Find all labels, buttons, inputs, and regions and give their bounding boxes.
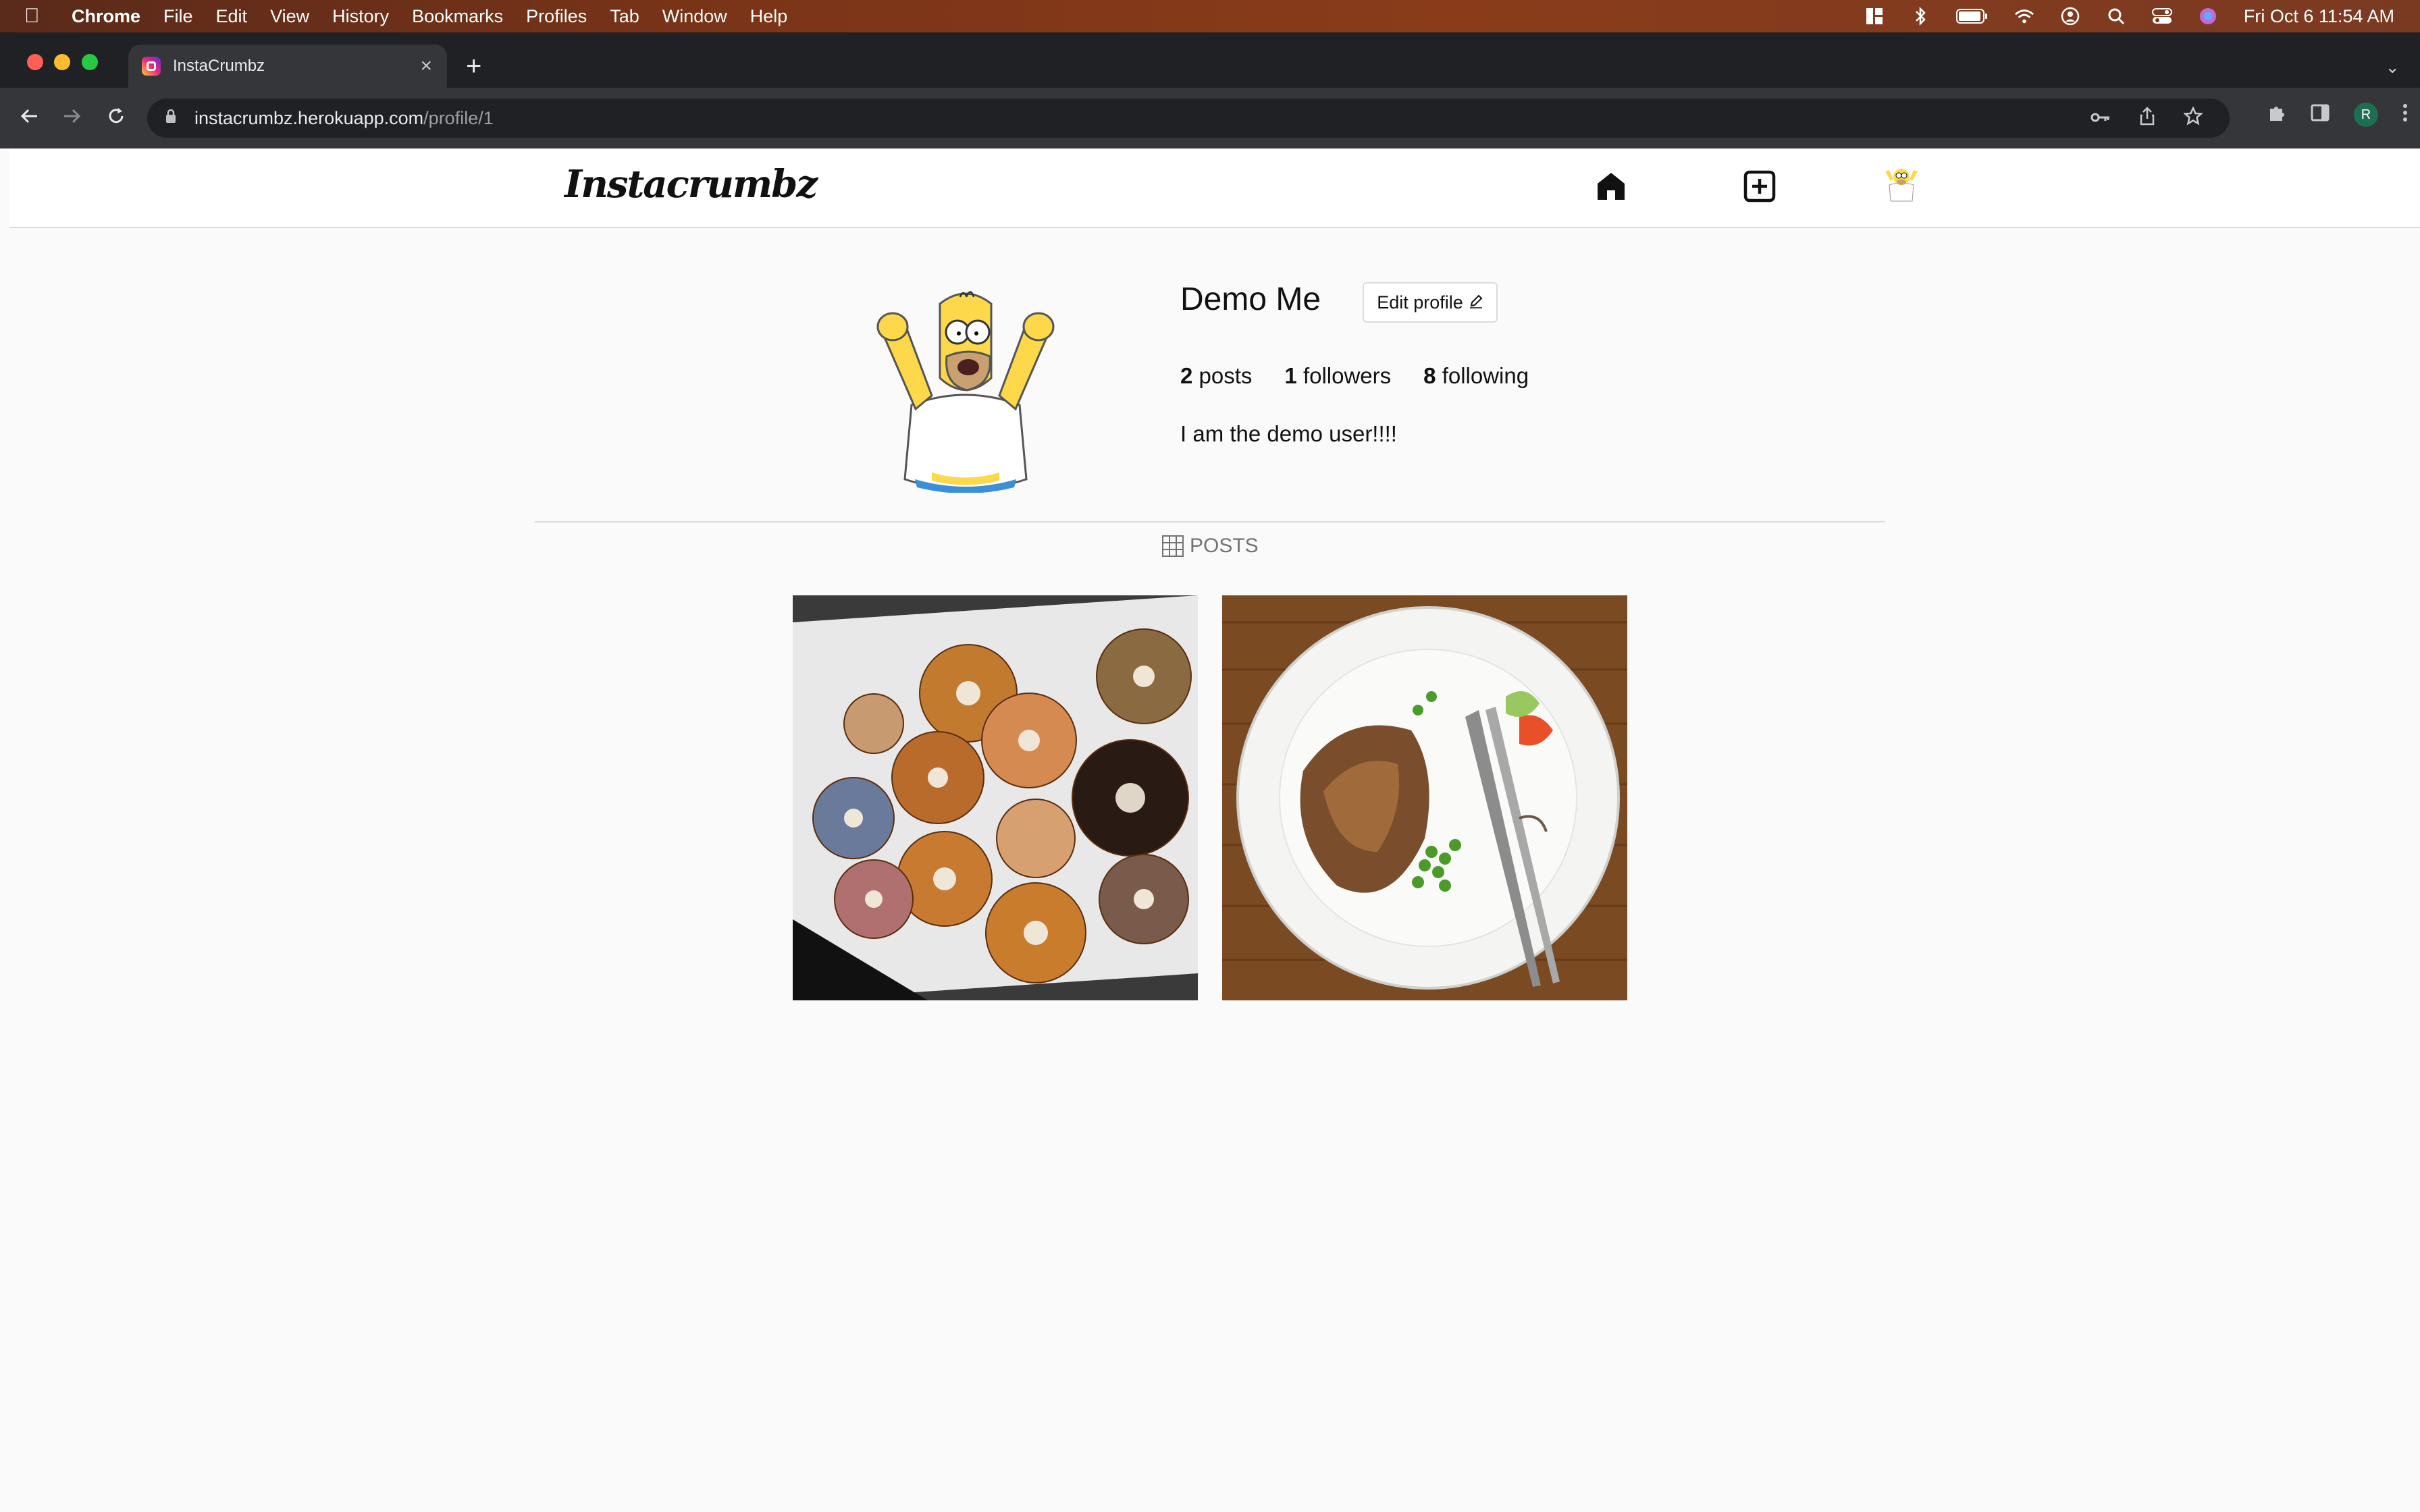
site-logo[interactable]: Instacrumbz [564,162,818,207]
post-thumbnail-plate[interactable] [1222,595,1627,1000]
browser-toolbar: instacrumbz.herokuapp.com/profile/1 R [0,88,2420,148]
followers-stat-label: followers [1303,363,1392,388]
window-minimize-button[interactable] [54,54,70,70]
following-count: 8 [1423,363,1436,388]
address-bar[interactable]: instacrumbz.herokuapp.com/profile/1 [147,99,2230,138]
forward-arrow-icon[interactable] [57,101,86,131]
profile-username: Demo Me [1180,281,1321,317]
section-divider [535,521,1885,522]
reload-icon[interactable] [101,101,131,131]
grid-icon [1161,535,1184,558]
menu-bookmarks[interactable]: Bookmarks [412,6,503,27]
back-arrow-icon[interactable] [15,101,45,131]
web-page: Instacrumbz Demo Me Edit profile 2 posts… [0,148,2420,1512]
password-key-icon[interactable] [2090,107,2111,129]
posts-count: 2 [1180,363,1193,388]
new-post-plus-square-icon[interactable] [1742,169,1777,204]
browser-tab-active[interactable]: InstaCrumbz × [128,45,447,88]
bluetooth-icon[interactable] [1910,7,1930,26]
posts-stat: 2 posts [1180,363,1252,389]
menu-app-name[interactable]: Chrome [72,6,140,27]
following-stat-label: following [1442,363,1529,388]
wifi-icon[interactable] [2014,7,2034,25]
followers-stat[interactable]: 1 followers [1284,363,1391,389]
battery-icon[interactable] [1955,7,1989,25]
menu-file[interactable]: File [163,6,193,27]
nav-profile-avatar[interactable] [1880,162,1923,205]
lock-icon[interactable] [165,109,178,128]
posts-tab-label: POSTS [1190,535,1259,557]
bookmark-star-icon[interactable] [2182,105,2204,130]
profile-stats: 2 posts 1 followers 8 following [1180,363,1529,389]
tab-search-chevron-icon[interactable]: ⌄ [2385,57,2400,78]
followers-count: 1 [1284,363,1297,388]
menu-profiles[interactable]: Profiles [526,6,587,27]
window-close-button[interactable] [27,54,43,70]
home-icon[interactable] [1594,169,1629,204]
menu-edit[interactable]: Edit [216,6,248,27]
posts-stat-label: posts [1199,363,1253,388]
tab-title: InstaCrumbz [173,57,265,75]
tab-close-icon[interactable]: × [420,55,432,78]
widgets-icon[interactable] [1864,7,1885,25]
menu-tab[interactable]: Tab [610,6,639,27]
post-thumbnail-donuts[interactable] [793,595,1198,1000]
menu-window[interactable]: Window [662,6,727,27]
following-stat[interactable]: 8 following [1423,363,1529,389]
macos-menu-bar:  Chrome File Edit View History Bookmark… [0,0,2420,32]
browser-tab-strip: InstaCrumbz × + ⌄ [0,32,2420,88]
window-zoom-button[interactable] [82,54,98,70]
tab-posts[interactable]: POSTS [1161,535,1259,558]
pencil-icon [1469,292,1483,313]
menu-help[interactable]: Help [750,6,788,27]
menubar-clock[interactable]: Fri Oct 6 11:54 AM [2244,6,2394,27]
new-tab-plus-icon[interactable]: + [466,53,481,80]
chrome-profile-avatar[interactable]: R [2354,103,2378,127]
edit-profile-label: Edit profile [1377,292,1463,313]
url-path: /profile/1 [423,107,494,128]
profile-picture [858,277,1074,493]
side-panel-icon[interactable] [2311,104,2330,126]
extensions-puzzle-icon[interactable] [2267,103,2286,127]
menu-view[interactable]: View [270,6,309,27]
user-account-icon[interactable] [2060,7,2080,26]
share-icon[interactable] [2139,106,2155,130]
edit-profile-button[interactable]: Edit profile [1363,282,1498,323]
profile-bio: I am the demo user!!!! [1180,421,1397,446]
instagram-favicon-icon [142,57,161,76]
spotlight-search-icon[interactable] [2106,7,2126,25]
chrome-menu-kebab-icon[interactable] [2402,103,2408,127]
url-host: instacrumbz.herokuapp.com [194,107,424,128]
menu-history[interactable]: History [332,6,389,27]
control-center-icon[interactable] [2151,7,2172,25]
siri-icon[interactable] [2198,7,2218,25]
site-navbar: Instacrumbz [9,148,2420,228]
apple-icon[interactable]:  [24,5,51,28]
